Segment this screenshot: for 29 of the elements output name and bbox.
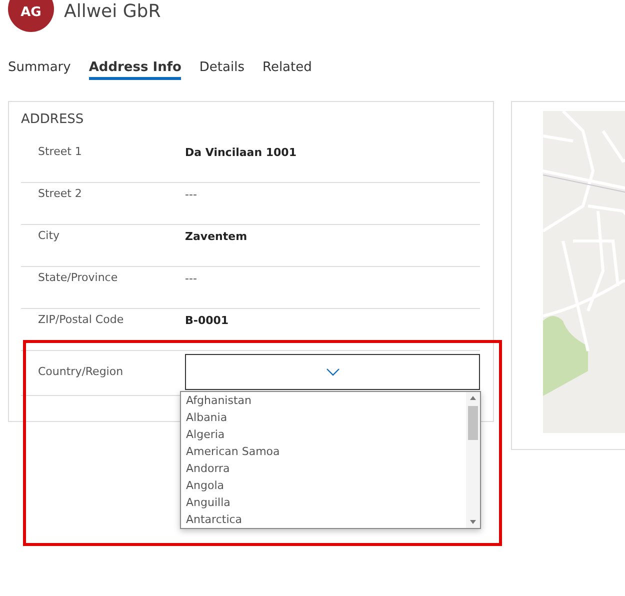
field-value: Zaventem bbox=[185, 229, 248, 243]
scrollbar[interactable] bbox=[466, 392, 480, 528]
tab[interactable]: Address Info bbox=[88, 60, 182, 80]
chevron-down-icon bbox=[326, 368, 340, 376]
avatar: AG bbox=[8, 0, 54, 32]
tab[interactable]: Related bbox=[262, 60, 312, 80]
country-option[interactable]: Anguilla bbox=[186, 494, 466, 511]
field-value: --- bbox=[185, 271, 197, 285]
field-value: --- bbox=[185, 187, 197, 201]
country-option[interactable]: Angola bbox=[186, 477, 466, 494]
country-option[interactable]: Andorra bbox=[186, 460, 466, 477]
field-value: Da Vincilaan 1001 bbox=[185, 145, 296, 159]
field-label: City bbox=[38, 228, 61, 242]
country-option[interactable]: Albania bbox=[186, 409, 466, 426]
account-title: Allwei GbR bbox=[64, 1, 161, 22]
country-option[interactable]: Afghanistan bbox=[186, 392, 466, 409]
field-label: Country/Region bbox=[38, 364, 124, 378]
field-label: State/Province bbox=[38, 270, 119, 284]
country-option[interactable]: Algeria bbox=[186, 426, 466, 443]
country-option[interactable]: American Samoa bbox=[186, 443, 466, 460]
tab[interactable]: Details bbox=[199, 60, 244, 80]
country-dropdown[interactable] bbox=[185, 354, 480, 390]
field-value: B-0001 bbox=[185, 313, 229, 327]
field-label: Street 1 bbox=[38, 144, 83, 158]
section-heading: ADDRESS bbox=[21, 112, 85, 127]
field-label: Street 2 bbox=[38, 186, 83, 200]
tab[interactable]: Summary bbox=[8, 60, 71, 80]
country-option[interactable]: Antarctica bbox=[186, 511, 466, 528]
field-label: ZIP/Postal Code bbox=[38, 312, 125, 326]
